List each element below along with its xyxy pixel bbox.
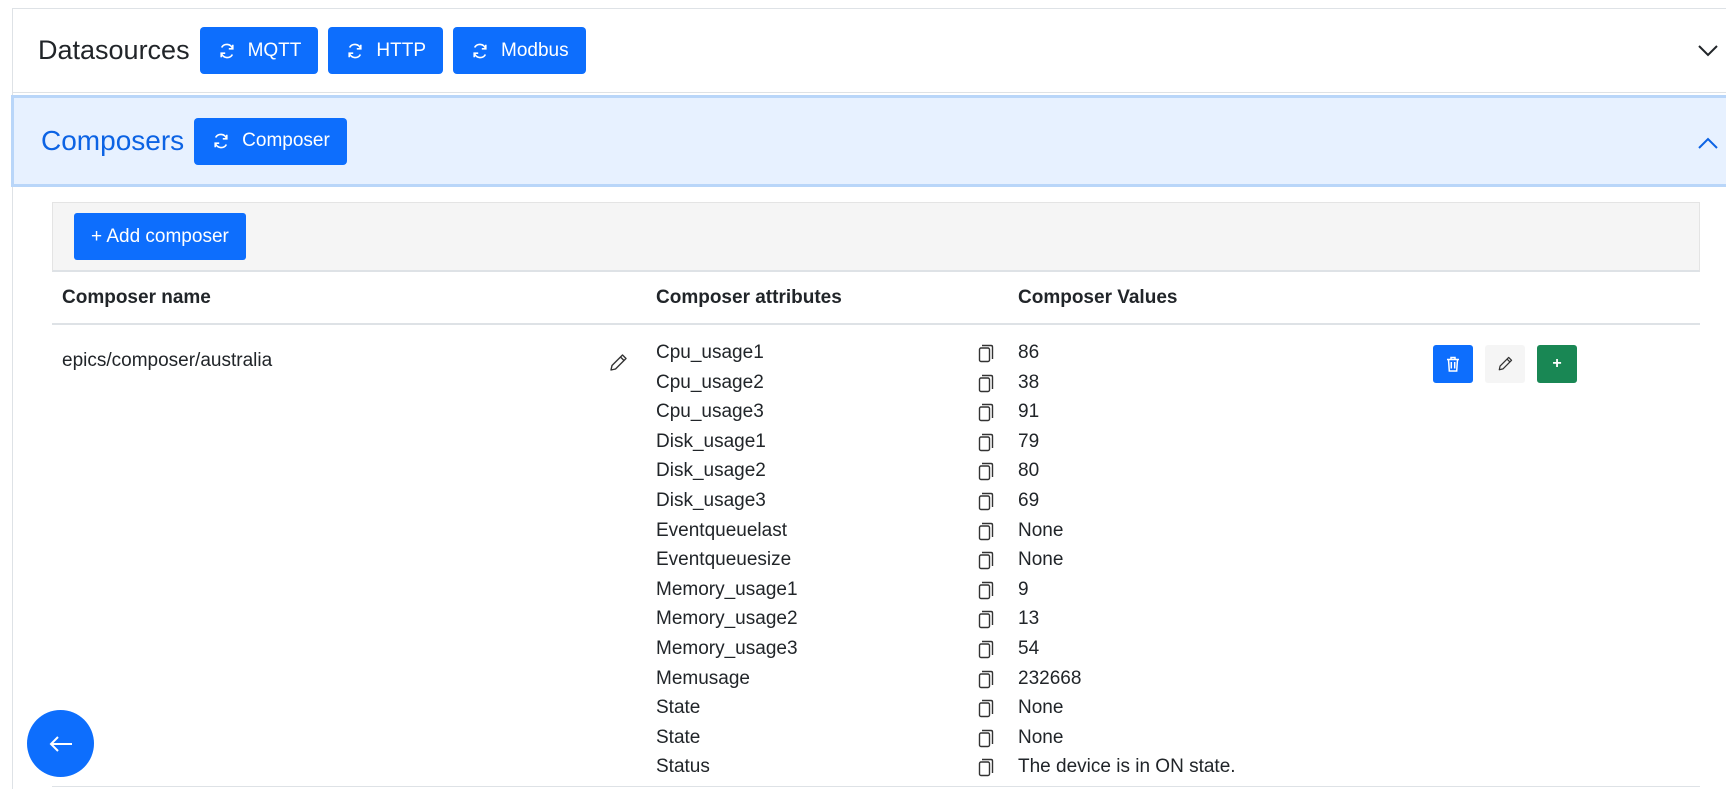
attribute-item: Memory_usage1 9 (656, 575, 1276, 605)
copy-icon[interactable] (978, 670, 994, 689)
attribute-item: Cpu_usage2 38 (656, 368, 1276, 398)
copy-icon[interactable] (978, 699, 994, 718)
attribute-item: Disk_usage3 69 (656, 486, 1276, 516)
mqtt-button[interactable]: MQTT (199, 27, 319, 74)
add-attribute-button[interactable]: + (1537, 345, 1577, 383)
copy-icon[interactable] (978, 522, 994, 541)
copy-icon[interactable] (978, 462, 994, 481)
chevron-down-icon[interactable] (1697, 44, 1719, 58)
attribute-name: Memusage (656, 667, 750, 689)
copy-icon[interactable] (978, 492, 994, 511)
attribute-value: 38 (1018, 371, 1040, 393)
copy-icon[interactable] (978, 433, 994, 452)
attribute-value: None (1018, 519, 1064, 541)
attribute-value: 13 (1018, 608, 1040, 630)
refresh-icon (214, 133, 228, 149)
attribute-item: State None (656, 723, 1276, 753)
attribute-value: 80 (1018, 460, 1040, 482)
datasources-title: Datasources (38, 35, 190, 65)
copy-icon[interactable] (978, 403, 994, 422)
http-button[interactable]: HTTP (328, 27, 444, 74)
attribute-value: None (1018, 549, 1064, 571)
attribute-name: Memory_usage1 (656, 578, 798, 600)
arrow-left-icon (49, 735, 72, 752)
column-header-attributes: Composer attributes (656, 287, 842, 308)
composers-toolbar: + Add composer (52, 202, 1700, 272)
attribute-item: Eventqueuelast None (656, 516, 1276, 546)
copy-icon[interactable] (978, 374, 994, 393)
copy-icon[interactable] (978, 640, 994, 659)
chevron-up-icon[interactable] (1697, 136, 1719, 150)
http-button-label: HTTP (376, 39, 427, 61)
attribute-item: Memory_usage3 54 (656, 634, 1276, 664)
attribute-item: State None (656, 693, 1276, 723)
page: Datasources MQTT HTTP Modbus Composers C… (0, 0, 1726, 789)
attribute-list: Cpu_usage1 86 Cpu_usage2 38 Cpu_usage3 91 Disk… (656, 338, 1276, 782)
mqtt-button-label: MQTT (247, 39, 302, 61)
attribute-value: 69 (1018, 489, 1040, 511)
attribute-value: 79 (1018, 430, 1040, 452)
attribute-value: The device is in ON state. (1018, 756, 1236, 778)
row-actions: + (1433, 345, 1589, 383)
refresh-icon (348, 43, 363, 58)
attribute-item: Eventqueuesize None (656, 545, 1276, 575)
attribute-name: Disk_usage1 (656, 430, 766, 452)
add-composer-button[interactable]: + Add composer (74, 213, 246, 260)
composer-name: epics/composer/australia (62, 350, 273, 371)
edit-button[interactable] (1485, 345, 1525, 383)
composer-button[interactable]: Composer (194, 117, 347, 165)
attribute-value: 54 (1018, 637, 1040, 659)
back-button[interactable] (27, 710, 94, 777)
attribute-name: Memory_usage2 (656, 608, 798, 630)
copy-icon[interactable] (978, 758, 994, 777)
attribute-value: 232668 (1018, 667, 1082, 689)
attribute-item: Disk_usage1 79 (656, 427, 1276, 457)
refresh-icon (473, 43, 487, 58)
pencil-icon (1498, 356, 1513, 371)
attribute-name: Eventqueuelast (656, 519, 787, 541)
attribute-name: Status (656, 756, 710, 778)
attribute-name: Eventqueuesize (656, 549, 792, 571)
composers-panel: + Add composer Composer name Composer at… (52, 202, 1700, 789)
attribute-item: Disk_usage2 80 (656, 456, 1276, 486)
delete-button[interactable] (1433, 345, 1473, 383)
attribute-name: Cpu_usage3 (656, 401, 764, 423)
attribute-name: Cpu_usage2 (656, 371, 764, 393)
attribute-value: 86 (1018, 342, 1040, 363)
modbus-button[interactable]: Modbus (453, 27, 586, 74)
table-bottom-border (52, 786, 1700, 787)
refresh-icon (219, 43, 234, 58)
pencil-icon[interactable] (607, 352, 629, 374)
attribute-item: Memusage 232668 (656, 664, 1276, 694)
attribute-value: 91 (1018, 401, 1040, 423)
table-row: epics/composer/australia Cpu_usage1 86 Cpu… (52, 325, 1700, 789)
composer-button-label: Composer (242, 130, 330, 151)
attribute-item: Cpu_usage1 86 (656, 338, 1276, 368)
attribute-value: 9 (1018, 578, 1029, 600)
trash-icon (1447, 356, 1459, 372)
copy-icon[interactable] (978, 610, 994, 629)
attribute-name: Cpu_usage1 (656, 342, 764, 363)
attribute-value: None (1018, 726, 1064, 748)
modbus-button-label: Modbus (501, 39, 569, 61)
copy-icon[interactable] (978, 344, 994, 363)
attribute-name: State (656, 726, 701, 748)
attribute-name: Disk_usage2 (656, 460, 766, 482)
attribute-item: Status The device is in ON state. (656, 752, 1276, 782)
copy-icon[interactable] (978, 729, 994, 748)
attribute-item: Cpu_usage3 91 (656, 397, 1276, 427)
copy-icon[interactable] (978, 581, 994, 600)
column-header-values: Composer Values (1018, 287, 1178, 308)
attribute-value: None (1018, 697, 1064, 719)
attribute-item: Memory_usage2 13 (656, 604, 1276, 634)
attribute-name: Memory_usage3 (656, 637, 798, 659)
composers-title: Composers (41, 125, 185, 156)
accordion-composers-header[interactable]: Composers Composer (11, 95, 1726, 187)
attribute-name: Disk_usage3 (656, 489, 766, 511)
attribute-name: State (656, 697, 701, 719)
copy-icon[interactable] (978, 551, 994, 570)
column-header-name: Composer name (62, 287, 211, 308)
table-header: Composer name Composer attributes Compos… (52, 272, 1700, 325)
accordion-datasources-header[interactable]: Datasources MQTT HTTP Modbus (13, 9, 1726, 93)
